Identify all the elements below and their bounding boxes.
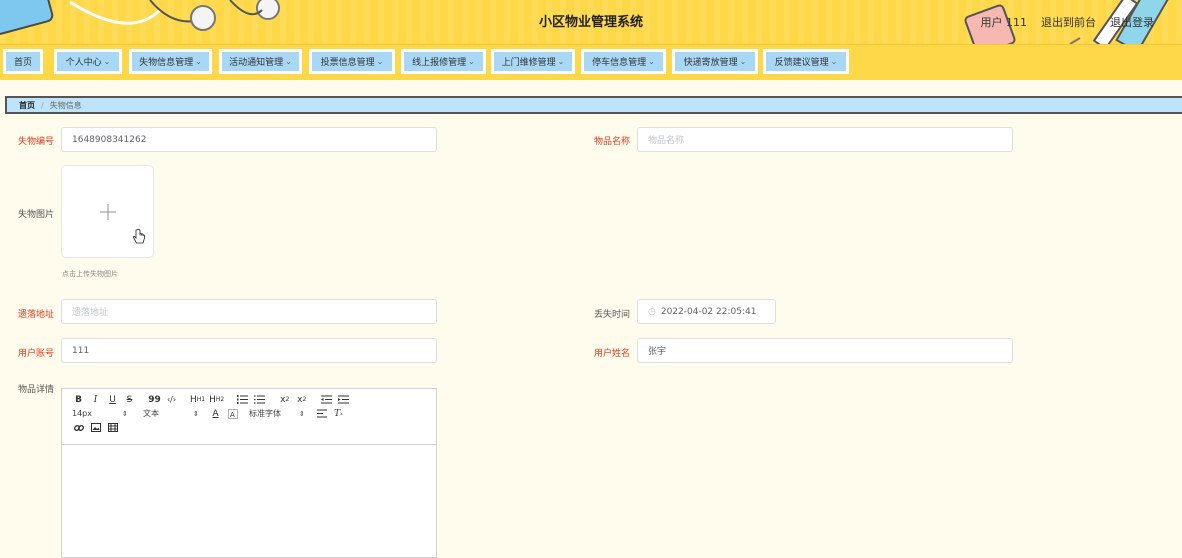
lost-address-placeholder: 遗落地址: [72, 308, 109, 318]
ordered-list-icon[interactable]: [236, 393, 249, 406]
header1-button[interactable]: H H1: [190, 393, 205, 406]
user-account-label: 用户账号: [17, 349, 54, 359]
chevron-down-icon: ⌄: [830, 57, 838, 66]
svg-text:A: A: [230, 411, 235, 419]
superscript-button[interactable]: x2: [295, 393, 308, 406]
hand-cursor-icon: [132, 229, 145, 244]
blockquote-button[interactable]: 99: [148, 393, 161, 406]
item-name-label: 物品名称: [593, 137, 630, 147]
nav-item-parking-info[interactable]: 停车信息管理 ⌄: [581, 49, 666, 74]
editor-content-area[interactable]: [62, 445, 436, 557]
nav-item-vote-info[interactable]: 投票信息管理 ⌄: [309, 49, 395, 74]
lost-no-label: 失物编号: [17, 137, 54, 147]
nav-item-activity-notice[interactable]: 活动通知管理 ⌄: [219, 49, 302, 74]
indent-increase-icon[interactable]: [337, 393, 350, 406]
chevron-down-icon: ⌄: [739, 57, 747, 66]
header-user-menu: 用户 111 退出到前台 退出登录: [981, 14, 1155, 30]
font-family-value: 标准字体: [249, 409, 281, 418]
indent-decrease-icon[interactable]: [320, 393, 333, 406]
header2-button[interactable]: H H2: [209, 393, 224, 406]
nav-item-label: 停车信息管理: [592, 58, 647, 68]
align-icon[interactable]: [315, 407, 328, 420]
lost-no-value: 1648908341262: [72, 134, 147, 145]
select-arrow-icon: ⇕: [122, 409, 128, 418]
nav-item-online-repair[interactable]: 线上报修管理 ⌄: [401, 49, 486, 74]
strike-button[interactable]: S: [123, 393, 136, 406]
nav-item-label: 上门维修管理: [501, 58, 556, 68]
lost-address-field[interactable]: 遗落地址: [61, 299, 437, 324]
nav-item-label: 活动通知管理: [229, 58, 284, 68]
bold-button[interactable]: B: [72, 393, 85, 406]
clock-icon: ◷: [648, 306, 656, 317]
background-color-icon[interactable]: A: [226, 407, 239, 420]
chevron-down-icon: ⌄: [285, 57, 292, 66]
user-name-label: 用户姓名: [593, 349, 630, 359]
nav-item-parcel-storage[interactable]: 快递寄放管理 ⌄: [672, 49, 758, 74]
clear-format-icon[interactable]: Tx: [332, 407, 345, 420]
select-arrow-icon: ⇕: [299, 409, 305, 418]
current-user-label: 用户 111: [980, 16, 1028, 29]
nav-item-label: 失物信息管理: [139, 58, 194, 68]
breadcrumb-home[interactable]: 首页: [19, 100, 35, 111]
breadcrumb: 首页 / 失物信息: [5, 96, 1182, 114]
code-block-button[interactable]: ‹/›: [165, 393, 178, 406]
font-color-icon[interactable]: A: [209, 407, 222, 420]
item-name-placeholder: 物品名称: [648, 136, 685, 146]
nav-item-label: 反馈建议管理: [774, 58, 829, 68]
nav-item-label: 快递寄放管理: [683, 58, 738, 68]
chevron-down-icon: ⌄: [557, 57, 565, 66]
underline-button[interactable]: U: [106, 393, 119, 406]
video-icon[interactable]: [106, 421, 119, 434]
exit-to-front-link[interactable]: 退出到前台: [1041, 14, 1096, 30]
lost-time-label: 丢失时间: [593, 310, 630, 320]
nav-item-label: 个人中心: [65, 58, 102, 68]
lost-time-value: 2022-04-02 22:05:41: [660, 306, 757, 317]
nav-item-label: 首页: [13, 58, 32, 68]
image-icon[interactable]: [89, 421, 102, 434]
subscript-button[interactable]: x2: [278, 393, 291, 406]
logout-link[interactable]: 退出登录: [1110, 14, 1154, 30]
breadcrumb-separator: /: [41, 100, 44, 110]
chevron-down-icon: ⌄: [376, 57, 384, 66]
main-nav: 首页 个人中心 ⌄ 失物信息管理 ⌄ 活动通知管理 ⌄ 投票信息管理 ⌄ 线上报…: [0, 44, 1182, 80]
select-arrow-icon: ⇕: [193, 409, 199, 418]
breadcrumb-current: 失物信息: [49, 100, 82, 110]
lost-time-picker[interactable]: ◷ 2022-04-02 22:05:41: [637, 299, 776, 324]
item-name-field[interactable]: 物品名称: [637, 127, 1013, 152]
nav-item-door-repair[interactable]: 上门维修管理 ⌄: [491, 49, 575, 74]
font-family-select[interactable]: 标准字体 ⇕: [249, 408, 309, 419]
image-upload-box[interactable]: [61, 165, 154, 258]
plus-icon: [99, 203, 116, 220]
lost-no-field[interactable]: 1648908341262: [61, 127, 437, 152]
chevron-down-icon: ⌄: [468, 57, 475, 66]
link-icon[interactable]: [72, 421, 85, 434]
user-account-field[interactable]: 111: [61, 338, 437, 363]
text-style-select[interactable]: 文本 ⇕: [143, 408, 203, 419]
font-size-value: 14px: [72, 409, 92, 418]
nav-item-lost-info[interactable]: 失物信息管理 ⌄: [129, 49, 212, 74]
top-header: 小区物业管理系统 用户 111 退出到前台 退出登录: [0, 0, 1182, 44]
chevron-down-icon: ⌄: [103, 57, 111, 66]
chevron-down-icon: ⌄: [195, 57, 202, 66]
bullet-list-icon[interactable]: [253, 393, 266, 406]
nav-item-home[interactable]: 首页: [3, 49, 43, 74]
text-style-value: 文本: [143, 409, 159, 418]
lost-address-label: 遗落地址: [17, 310, 54, 320]
nav-item-personal-center[interactable]: 个人中心 ⌄: [54, 49, 122, 74]
details-label: 物品详情: [17, 385, 54, 395]
nav-item-feedback[interactable]: 反馈建议管理 ⌄: [763, 49, 849, 74]
chevron-down-icon: ⌄: [648, 57, 655, 66]
nav-item-label: 投票信息管理: [320, 58, 375, 68]
italic-button[interactable]: I: [89, 393, 102, 406]
font-size-select[interactable]: 14px ⇕: [72, 409, 132, 418]
user-account-value: 111: [72, 345, 90, 356]
nav-item-label: 线上报修管理: [412, 58, 467, 68]
rich-text-editor: B I U S 99 ‹/› H H1 H H2 x2 x2 14px ⇕ 文本…: [61, 388, 437, 558]
image-upload-hint: 点击上传失物图片: [62, 270, 118, 278]
user-name-value: 张宇: [648, 347, 667, 357]
user-name-field[interactable]: 张宇: [637, 338, 1013, 363]
editor-toolbar: B I U S 99 ‹/› H H1 H H2 x2 x2 14px ⇕ 文本…: [62, 389, 436, 445]
image-label: 失物图片: [17, 210, 54, 220]
